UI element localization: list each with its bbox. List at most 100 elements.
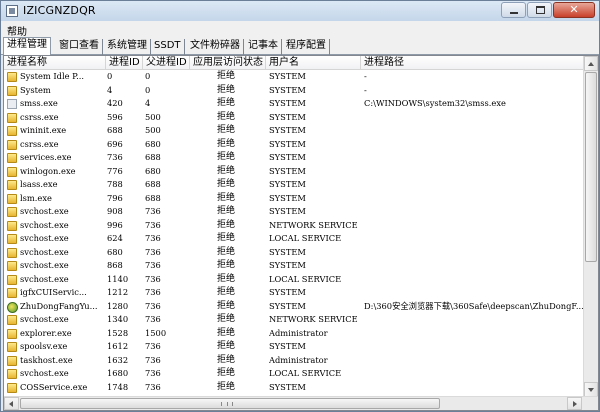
ppid-cell: 500 xyxy=(145,125,161,135)
tab-strip: 进程管理 窗口查看 系统管理 SSDT 文件粉碎器 记事本 程序配置 xyxy=(1,37,599,56)
access-status-cell: 拒绝 xyxy=(216,138,235,149)
minimize-button[interactable] xyxy=(501,2,526,18)
access-status-cell: 拒绝 xyxy=(216,341,235,351)
pid-cell: 1140 xyxy=(107,273,129,284)
pid-cell: 796 xyxy=(107,192,123,203)
column-header-ppid[interactable]: 父进程ID xyxy=(143,56,190,70)
ppid-cell: 736 xyxy=(145,260,161,270)
maximize-button[interactable] xyxy=(527,2,552,18)
ppid-cell: 736 xyxy=(145,341,161,351)
vertical-scroll-thumb[interactable] xyxy=(585,72,597,262)
table-row[interactable]: svchost.exe 1140 736 拒绝 LOCAL SERVICE xyxy=(4,273,584,287)
path-cell xyxy=(364,286,584,300)
column-header-user[interactable]: 用户名 xyxy=(266,56,361,70)
process-name-cell: svchost.exe xyxy=(20,273,69,284)
process-name-cell: explorer.exe xyxy=(20,327,72,338)
ppid-cell: 680 xyxy=(145,165,161,176)
folder-icon xyxy=(7,85,17,96)
path-cell xyxy=(364,111,584,125)
pid-cell: 1632 xyxy=(107,354,129,365)
folder-icon xyxy=(7,288,17,298)
access-status-cell: 拒绝 xyxy=(216,381,235,392)
pid-cell: 736 xyxy=(107,152,123,162)
folder-icon xyxy=(7,328,17,339)
scroll-down-button[interactable] xyxy=(584,382,598,397)
tab-notepad[interactable]: 记事本 xyxy=(245,39,282,55)
access-status-cell: 拒绝 xyxy=(216,314,235,324)
arrow-down-icon xyxy=(588,388,594,392)
column-header-access-status[interactable]: 应用层访问状态 xyxy=(190,56,266,70)
table-row[interactable]: ZhuDongFangYu... 1280 736 拒绝 SYSTEM D:\360安全浏… xyxy=(4,300,584,314)
path-cell: - xyxy=(364,84,367,95)
table-row[interactable]: svchost.exe 680 736 拒绝 SYSTEM xyxy=(4,246,584,260)
access-status-cell: 拒绝 xyxy=(216,152,235,162)
path-cell xyxy=(364,124,584,138)
arrow-right-icon xyxy=(573,401,577,407)
table-row[interactable]: svchost.exe 1680 736 拒绝 LOCAL SERVICE xyxy=(4,367,584,381)
table-row[interactable]: wininit.exe 688 500 拒绝 SYSTEM xyxy=(4,124,584,138)
table-row[interactable]: COSService.exe 1748 736 拒绝 SYSTEM xyxy=(4,381,584,395)
scroll-up-button[interactable] xyxy=(584,56,598,71)
tab-system-manager[interactable]: 系统管理 xyxy=(104,39,151,55)
table-row[interactable]: spoolsv.exe 1612 736 拒绝 SYSTEM xyxy=(4,340,584,354)
path-cell xyxy=(364,313,584,327)
process-name-cell: smss.exe xyxy=(20,98,58,108)
scroll-left-button[interactable] xyxy=(4,397,19,410)
pid-cell: 908 xyxy=(107,206,123,216)
table-row[interactable]: svchost.exe 908 736 拒绝 SYSTEM xyxy=(4,205,584,219)
table-row[interactable]: igfxCUIServic... 1212 736 拒绝 SYSTEM xyxy=(4,286,584,300)
user-cell: LOCAL SERVICE xyxy=(269,368,342,378)
pid-cell: 1528 xyxy=(107,327,129,338)
scroll-right-button[interactable] xyxy=(567,397,582,410)
table-row[interactable]: svchost.exe 996 736 拒绝 NETWORK SERVICE xyxy=(4,219,584,233)
close-button[interactable]: ✕ xyxy=(553,2,595,18)
arrow-up-icon xyxy=(588,62,594,66)
horizontal-scrollbar[interactable] xyxy=(4,396,598,410)
folder-icon xyxy=(7,261,17,271)
table-row[interactable]: System 4 0 拒绝 SYSTEM - xyxy=(4,84,584,98)
table-row[interactable]: smss.exe 420 4 拒绝 SYSTEM C:\WINDOWS\system32\… xyxy=(4,97,584,111)
pid-cell: 1748 xyxy=(107,381,129,392)
table-row[interactable]: csrss.exe 596 500 拒绝 SYSTEM xyxy=(4,111,584,125)
table-row[interactable]: services.exe 736 688 拒绝 SYSTEM xyxy=(4,151,584,165)
process-name-cell: svchost.exe xyxy=(20,206,69,216)
path-cell xyxy=(364,246,584,260)
folder-icon xyxy=(7,166,17,177)
table-row[interactable]: System Idle P... 0 0 拒绝 SYSTEM - xyxy=(4,70,584,84)
column-header-pid[interactable]: 进程ID xyxy=(106,56,143,70)
ppid-cell: 736 xyxy=(145,287,161,297)
title-bar[interactable]: IZICGNZDQR ✕ xyxy=(1,1,599,21)
tab-window-viewer[interactable]: 窗口查看 xyxy=(56,39,103,55)
table-row[interactable]: lsass.exe 788 688 拒绝 SYSTEM xyxy=(4,178,584,192)
user-cell: SYSTEM xyxy=(269,341,306,351)
access-status-cell: 拒绝 xyxy=(216,179,235,189)
column-header-path[interactable]: 进程路径 xyxy=(361,56,584,70)
pid-cell: 696 xyxy=(107,138,123,149)
user-cell: Administrator xyxy=(269,327,328,338)
table-row[interactable]: taskhost.exe 1632 736 拒绝 Administrator xyxy=(4,354,584,368)
folder-icon xyxy=(7,247,17,258)
column-header-process-name[interactable]: 进程名称 xyxy=(4,56,106,70)
tab-program-config[interactable]: 程序配置 xyxy=(283,39,330,55)
access-status-cell: 拒绝 xyxy=(216,219,235,230)
folder-icon xyxy=(7,193,17,204)
ppid-cell: 688 xyxy=(145,192,161,203)
tab-file-shredder[interactable]: 文件粉碎器 xyxy=(187,39,244,55)
tab-ssdt[interactable]: SSDT xyxy=(151,39,185,55)
table-row[interactable]: winlogon.exe 776 680 拒绝 SYSTEM xyxy=(4,165,584,179)
process-name-cell: igfxCUIServic... xyxy=(20,287,87,297)
table-row[interactable]: csrss.exe 696 680 拒绝 SYSTEM xyxy=(4,138,584,152)
table-row[interactable]: lsm.exe 796 688 拒绝 SYSTEM xyxy=(4,192,584,206)
user-cell: SYSTEM xyxy=(269,165,306,176)
horizontal-scroll-thumb[interactable] xyxy=(20,398,440,409)
folder-icon xyxy=(7,355,17,366)
table-row[interactable]: svchost.exe 1340 736 拒绝 NETWORK SERVICE xyxy=(4,313,584,327)
tab-process-manager[interactable]: 进程管理 xyxy=(3,37,51,56)
table-row[interactable]: svchost.exe 624 736 拒绝 LOCAL SERVICE xyxy=(4,232,584,246)
table-row[interactable]: explorer.exe 1528 1500 拒绝 Administrator xyxy=(4,327,584,341)
process-name-cell: csrss.exe xyxy=(20,111,59,122)
vertical-scrollbar[interactable] xyxy=(583,56,598,397)
table-row[interactable]: svchost.exe 868 736 拒绝 SYSTEM xyxy=(4,259,584,273)
process-name-cell: COSService.exe xyxy=(20,381,88,392)
menu-help[interactable]: 帮助 xyxy=(7,23,27,38)
